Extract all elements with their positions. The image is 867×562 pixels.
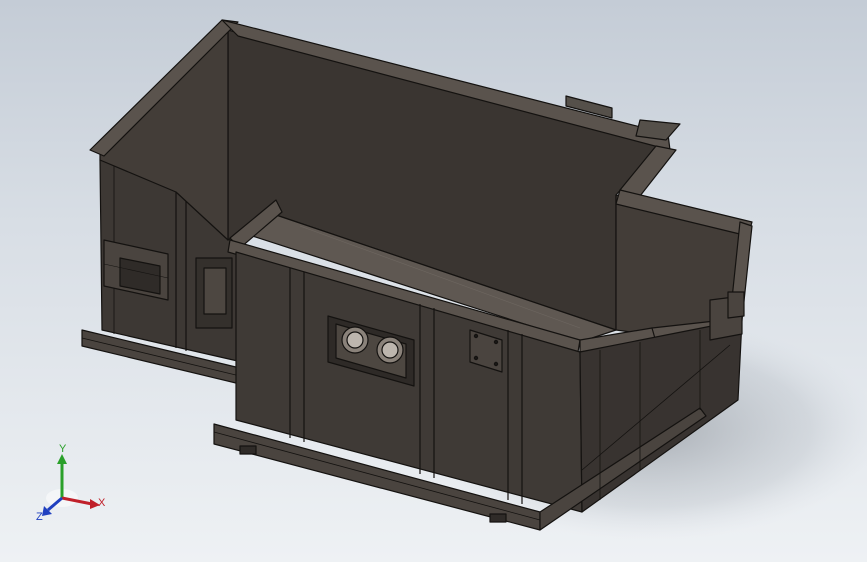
z-axis-label: Z (36, 511, 43, 523)
container-model[interactable] (0, 0, 867, 562)
cad-viewport[interactable]: Y X Z (0, 0, 867, 562)
rear-tab-2 (635, 119, 681, 141)
x-axis-label: X (98, 497, 106, 509)
axis-triad: Y X Z (36, 443, 106, 523)
y-axis-label: Y (59, 443, 67, 455)
